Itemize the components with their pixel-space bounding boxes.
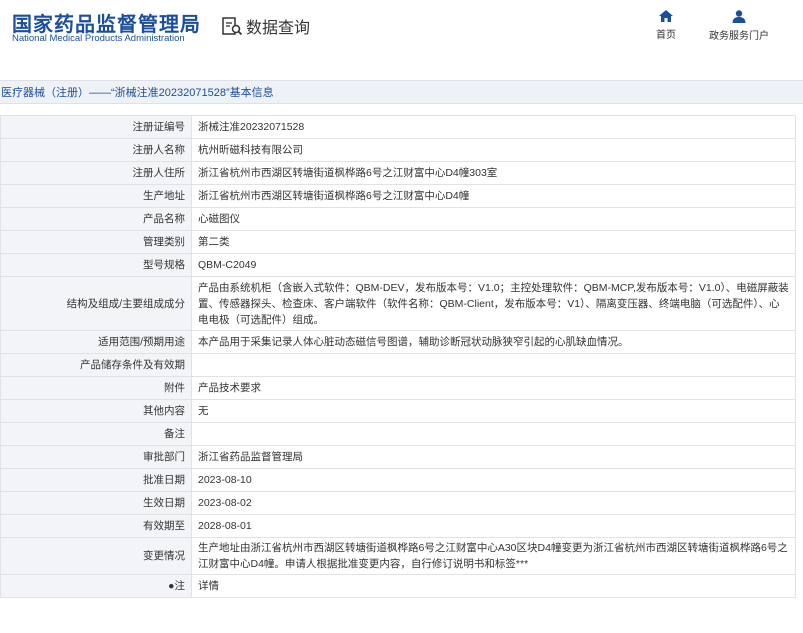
nav-gov-portal-label: 政务服务门户 <box>709 31 769 42</box>
field-label: 生产地址 <box>0 184 192 208</box>
table-row: 变更情况 生产地址由浙江省杭州市西湖区转塘街道枫桦路6号之江财富中心A30区块D4… <box>0 537 796 575</box>
field-label: 产品名称 <box>0 207 192 231</box>
nav-home[interactable]: 首页 <box>656 10 676 41</box>
table-row: 注册人住所 浙江省杭州市西湖区转塘街道枫桦路6号之江财富中心D4幢303室 <box>0 161 796 185</box>
nav-gov-portal[interactable]: 政务服务门户 <box>709 10 769 42</box>
table-row: 批准日期 2023-08-10 <box>0 468 796 492</box>
field-value <box>191 353 796 377</box>
nav-home-label: 首页 <box>656 30 676 41</box>
field-label: 产品储存条件及有效期 <box>0 353 192 377</box>
field-label: 批准日期 <box>0 468 192 492</box>
field-label: 适用范围/预期用途 <box>0 330 192 354</box>
field-value <box>191 422 796 446</box>
table-row: 生效日期 2023-08-02 <box>0 491 796 515</box>
field-value: 产品技术要求 <box>191 376 796 400</box>
field-label: ●注 <box>0 574 192 598</box>
field-value: 心磁图仪 <box>191 207 796 231</box>
table-row: 产品名称 心磁图仪 <box>0 207 796 231</box>
table-row: ●注 详情 <box>0 574 796 598</box>
field-value: 无 <box>191 399 796 423</box>
table-row: 有效期至 2028-08-01 <box>0 514 796 538</box>
field-value: 第二类 <box>191 230 796 254</box>
table-row: 生产地址 浙江省杭州市西湖区转塘街道枫桦路6号之江财富中心D4幢 <box>0 184 796 208</box>
field-label: 变更情况 <box>0 537 192 575</box>
table-row: 结构及组成/主要组成成分 产品由系统机柜（含嵌入式软件：QBM-DEV，发布版本号… <box>0 276 796 331</box>
field-label: 注册人住所 <box>0 161 192 185</box>
field-label: 备注 <box>0 422 192 446</box>
record-title-bar: 医疗器械（注册）——“浙械注准20232071528”基本信息 <box>0 80 803 104</box>
table-row: 注册证编号 浙械注准20232071528 <box>0 115 796 139</box>
table-row: 注册人名称 杭州昕磁科技有限公司 <box>0 138 796 162</box>
field-value: 浙江省杭州市西湖区转塘街道枫桦路6号之江财富中心D4幢 <box>191 184 796 208</box>
field-value: 2023-08-02 <box>191 491 796 515</box>
field-label: 注册证编号 <box>0 115 192 139</box>
field-value: 杭州昕磁科技有限公司 <box>191 138 796 162</box>
table-row: 产品储存条件及有效期 <box>0 353 796 377</box>
table-row: 适用范围/预期用途 本产品用于采集记录人体心脏动态磁信号图谱，辅助诊断冠状动脉狭窄… <box>0 330 796 354</box>
user-icon <box>732 10 746 23</box>
field-label: 其他内容 <box>0 399 192 423</box>
data-query-title: 数据查询 <box>221 14 310 38</box>
table-row: 管理类别 第二类 <box>0 230 796 254</box>
table-row: 备注 <box>0 422 796 446</box>
field-value: 浙江省药品监督管理局 <box>191 445 796 469</box>
field-value: 2028-08-01 <box>191 514 796 538</box>
logo-subtitle: National Medical Products Administration <box>12 33 185 44</box>
field-label: 有效期至 <box>0 514 192 538</box>
field-value: 产品由系统机柜（含嵌入式软件：QBM-DEV，发布版本号：V1.0；主控处理软件… <box>191 276 796 331</box>
detail-table: 注册证编号 浙械注准20232071528 注册人名称 杭州昕磁科技有限公司 注册人住所… <box>0 115 796 598</box>
home-icon <box>659 10 673 22</box>
table-row: 审批部门 浙江省药品监督管理局 <box>0 445 796 469</box>
field-value: 2023-08-10 <box>191 468 796 492</box>
field-label: 型号规格 <box>0 253 192 277</box>
document-search-icon <box>222 17 243 36</box>
field-label: 管理类别 <box>0 230 192 254</box>
field-value: 浙江省杭州市西湖区转塘街道枫桦路6号之江财富中心D4幢303室 <box>191 161 796 185</box>
field-label: 生效日期 <box>0 491 192 515</box>
field-value: 生产地址由浙江省杭州市西湖区转塘街道枫桦路6号之江财富中心A30区块D4幢变更为… <box>191 537 796 575</box>
site-header: 国家药品监督管理局 National Medical Products Admi… <box>0 0 803 64</box>
detail-link[interactable]: 详情 <box>191 574 796 598</box>
table-row: 附件 产品技术要求 <box>0 376 796 400</box>
field-label: 附件 <box>0 376 192 400</box>
field-value: 本产品用于采集记录人体心脏动态磁信号图谱，辅助诊断冠状动脉狭窄引起的心肌缺血情况… <box>191 330 796 354</box>
field-label: 审批部门 <box>0 445 192 469</box>
field-label: 注册人名称 <box>0 138 192 162</box>
table-row: 其他内容无 <box>0 399 796 423</box>
field-value: QBM-C2049 <box>191 253 796 277</box>
field-label: 结构及组成/主要组成成分 <box>0 276 192 331</box>
field-value: 浙械注准20232071528 <box>191 115 796 139</box>
data-query-label: 数据查询 <box>246 20 311 37</box>
table-row: 型号规格 QBM-C2049 <box>0 253 796 277</box>
